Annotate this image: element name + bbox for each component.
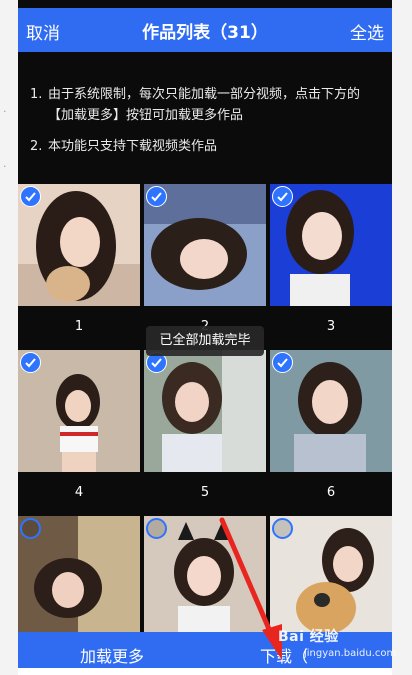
red-arrow-annotation	[219, 517, 282, 660]
baidu-jingyan-watermark: Bai 经验 jingyan.baidu.com	[274, 624, 396, 664]
watermark-url: jingyan.baidu.com	[304, 648, 397, 659]
watermark-logo: Bai 经验	[278, 629, 339, 645]
